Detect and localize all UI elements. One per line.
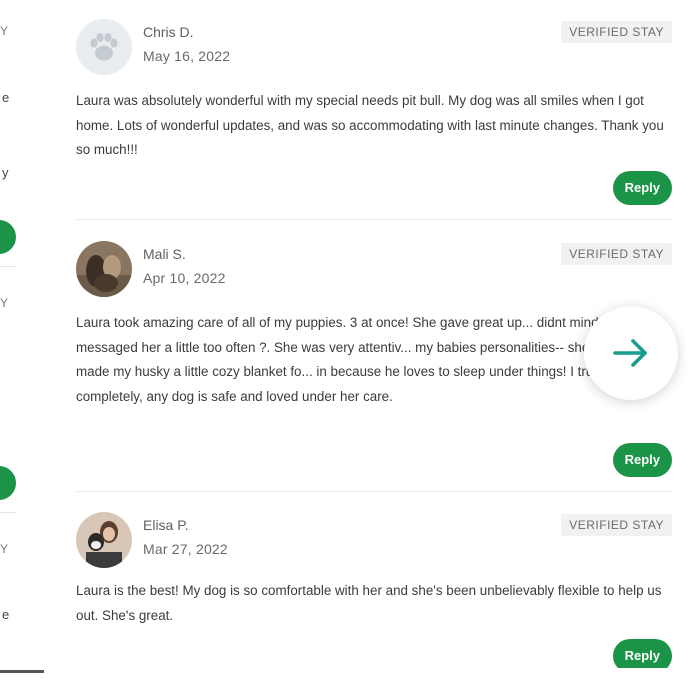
reply-button[interactable]: Reply [612,171,672,205]
verified-stay-badge: VERIFIED STAY [561,21,672,43]
reviewer-name: Mali S. [143,246,186,262]
avatar [76,241,132,297]
review-card: Mali S. Apr 10, 2022 VERIFIED STAY Laura… [76,241,672,481]
review-text: Laura was absolutely wonderful with my s… [76,93,664,157]
review-divider [76,219,672,220]
review-date: Mar 27, 2022 [143,541,228,557]
paw-icon [76,19,132,75]
review-text: Laura took amazing care of all of my pup… [76,315,642,404]
review-text: Laura is the best! My dog is so comforta… [76,583,662,623]
reply-button[interactable]: Reply [612,639,672,668]
verified-stay-badge: VERIFIED STAY [561,243,672,265]
avatar [76,19,132,75]
review-card: Chris D. May 16, 2022 VERIFIED STAY Laur… [76,19,672,209]
reviewer-name: Elisa P. [143,517,189,533]
reviewer-name: Chris D. [143,24,194,40]
user-photo-icon [76,512,132,568]
review-date: May 16, 2022 [143,48,231,64]
reply-button[interactable]: Reply [612,443,672,477]
review-divider [76,491,672,492]
footer-area [0,668,700,700]
arrow-right-icon [613,339,647,367]
review-card: Elisa P. Mar 27, 2022 VERIFIED STAY Laur… [76,512,672,668]
carousel-position-indicator [0,670,44,673]
avatar [76,512,132,568]
review-date: Apr 10, 2022 [143,270,226,286]
verified-stay-badge: VERIFIED STAY [561,514,672,536]
next-page-button[interactable] [584,306,678,400]
user-photo-icon [76,241,132,297]
